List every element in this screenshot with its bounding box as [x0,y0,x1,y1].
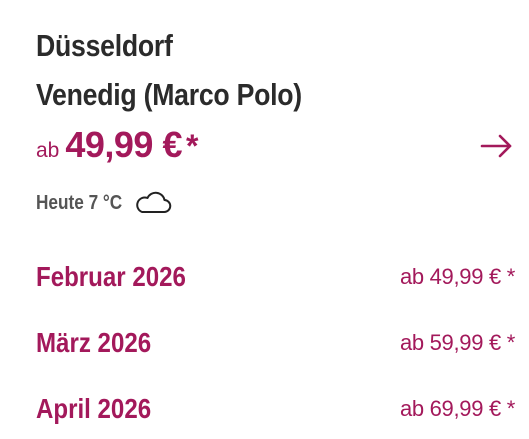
arrow-right-icon[interactable] [479,130,515,162]
month-label: April 2026 [36,393,152,424]
price-prefix: ab [36,139,60,162]
month-row-february[interactable]: Februar 2026 ab 49,99 € * [36,257,515,297]
price-value: 49,99 € [65,124,182,165]
month-price: ab 49,99 € * [399,264,515,289]
month-price: ab 59,99 € * [399,330,515,355]
origin-city: Düsseldorf [36,28,173,63]
weather-info: Heute 7 °C [36,190,172,216]
month-row-april[interactable]: April 2026 ab 69,99 € * [36,389,515,429]
price-footnote-marker: * [185,128,199,164]
flight-offer-card: Düsseldorf Venedig (Marco Polo) ab 49,99 … [0,0,529,439]
destination-city: Venedig (Marco Polo) [36,77,302,112]
month-label: März 2026 [36,327,152,358]
cloud-icon [136,191,172,213]
month-row-march[interactable]: März 2026 ab 59,99 € * [36,323,515,363]
month-label: Februar 2026 [36,261,186,292]
price-summary: ab 49,99 € * [36,124,198,166]
weather-text: Heute 7 °C [36,191,123,214]
month-price: ab 69,99 € * [399,396,515,421]
